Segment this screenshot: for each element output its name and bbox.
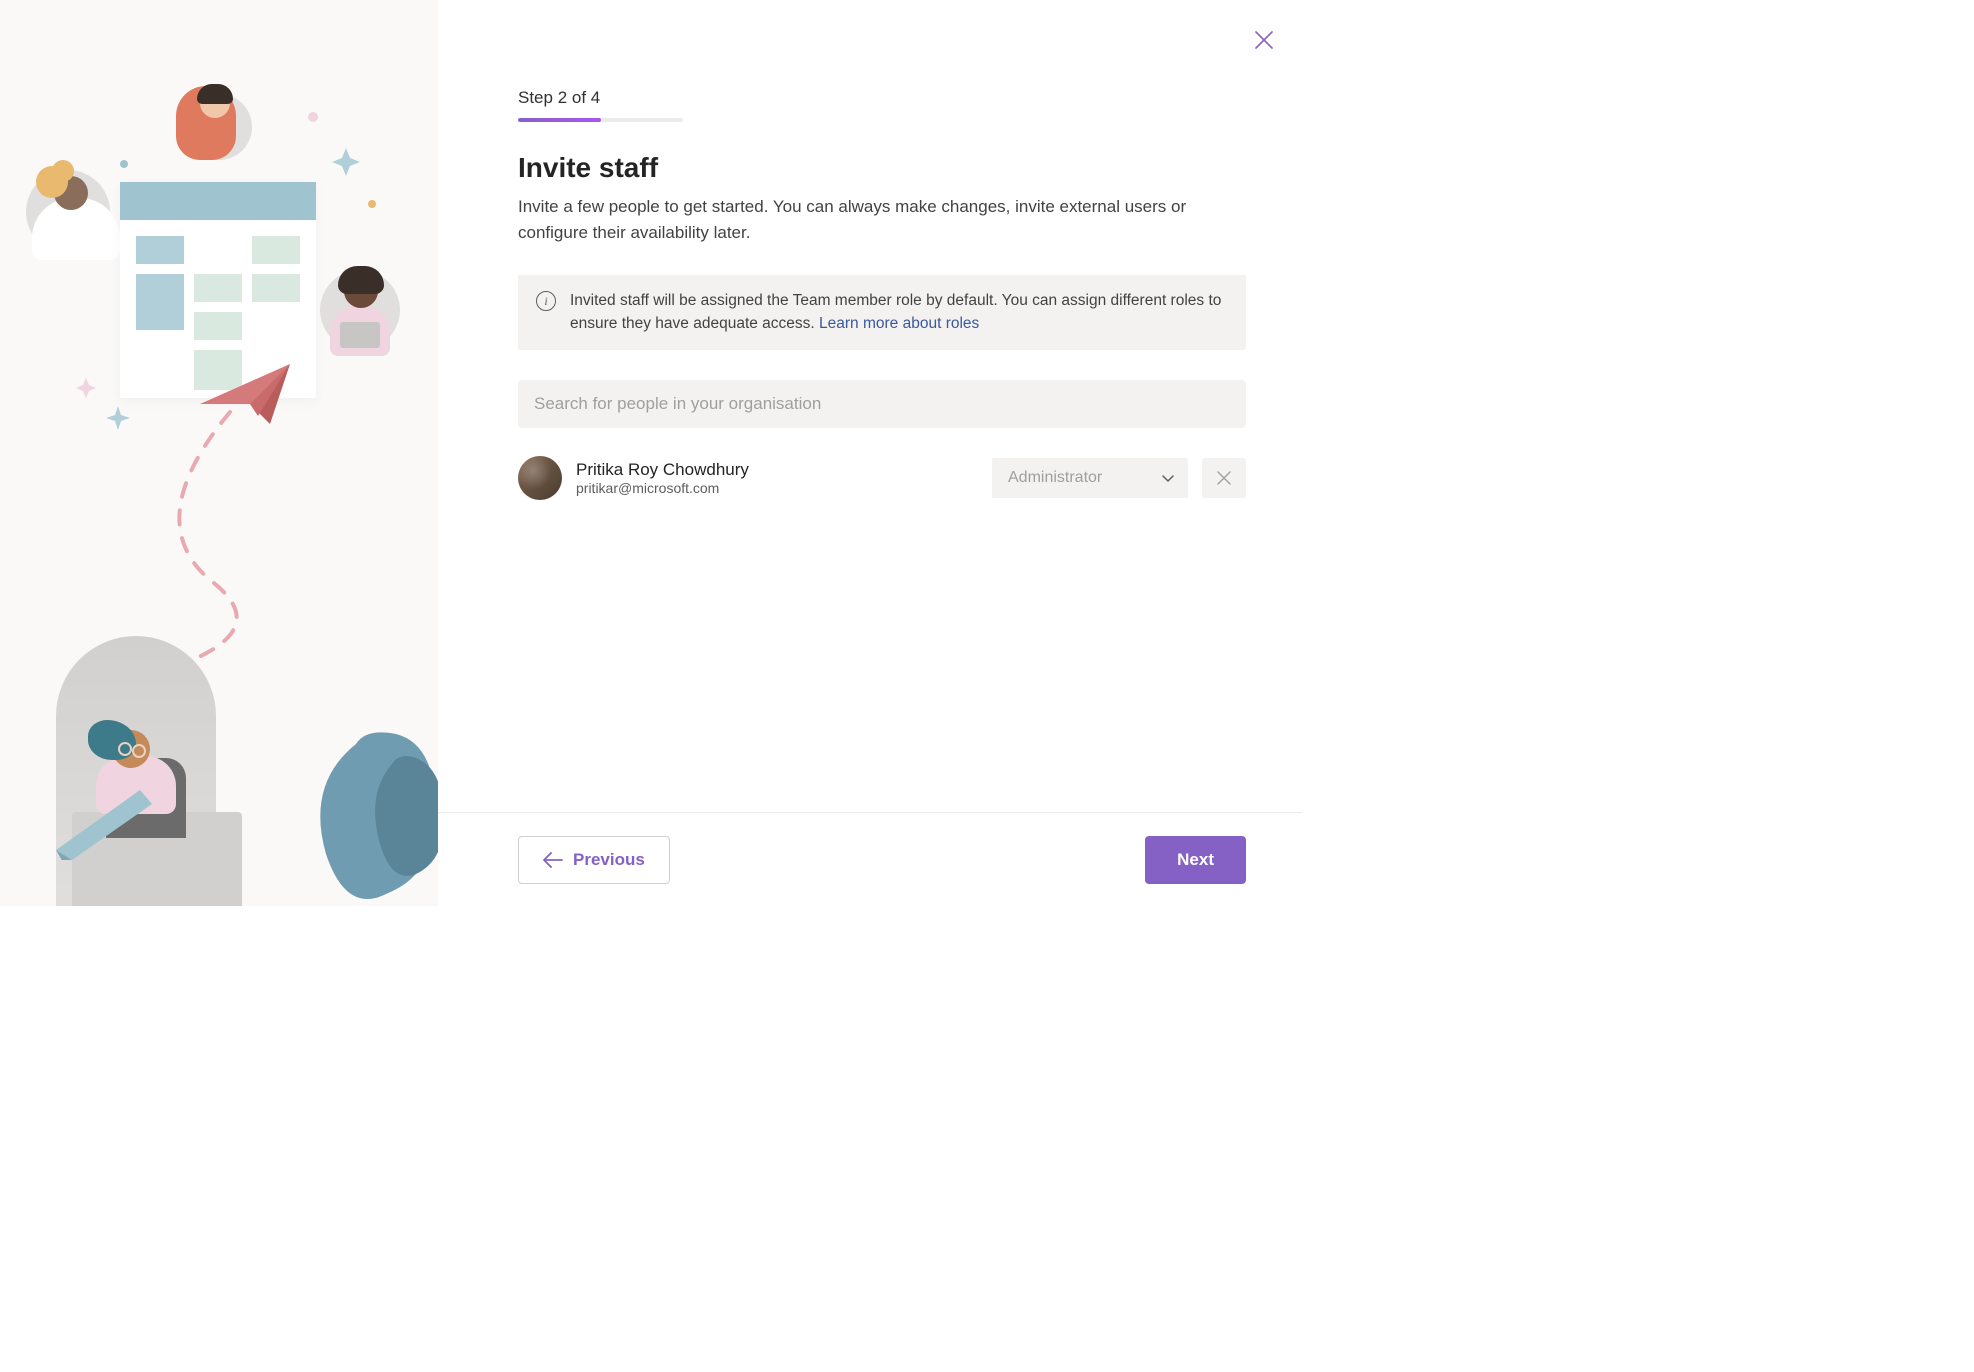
main-content: Step 2 of 4 Invite staff Invite a few pe…	[438, 0, 1302, 812]
staff-row: Pritika Roy Chowdhury pritikar@microsoft…	[518, 456, 1246, 500]
chevron-down-icon	[1160, 470, 1176, 486]
progress-bar	[518, 118, 683, 122]
search-input[interactable]	[518, 380, 1246, 428]
progress-fill	[518, 118, 601, 122]
step-label: Step 2 of 4	[518, 88, 1246, 108]
arrow-left-icon	[543, 852, 563, 868]
page-title: Invite staff	[518, 152, 1246, 184]
footer-nav: Previous Next	[438, 812, 1302, 906]
avatar	[518, 456, 562, 500]
previous-button[interactable]: Previous	[518, 836, 670, 884]
staff-email: pritikar@microsoft.com	[576, 480, 978, 496]
info-banner: i Invited staff will be assigned the Tea…	[518, 275, 1246, 350]
next-button[interactable]: Next	[1145, 836, 1246, 884]
next-label: Next	[1177, 850, 1214, 870]
illustration-panel	[0, 0, 438, 906]
close-icon	[1254, 30, 1274, 50]
info-icon: i	[536, 291, 556, 311]
staff-info: Pritika Roy Chowdhury pritikar@microsoft…	[576, 460, 978, 496]
close-icon	[1217, 471, 1231, 485]
previous-label: Previous	[573, 850, 645, 870]
role-select[interactable]: Administrator	[992, 458, 1188, 498]
page-subtitle: Invite a few people to get started. You …	[518, 194, 1246, 245]
info-text: Invited staff will be assigned the Team …	[570, 289, 1228, 336]
role-label: Administrator	[1008, 469, 1102, 487]
learn-more-link[interactable]: Learn more about roles	[819, 315, 979, 332]
close-button[interactable]	[1254, 30, 1278, 54]
staff-name: Pritika Roy Chowdhury	[576, 460, 978, 480]
remove-staff-button[interactable]	[1202, 458, 1246, 498]
